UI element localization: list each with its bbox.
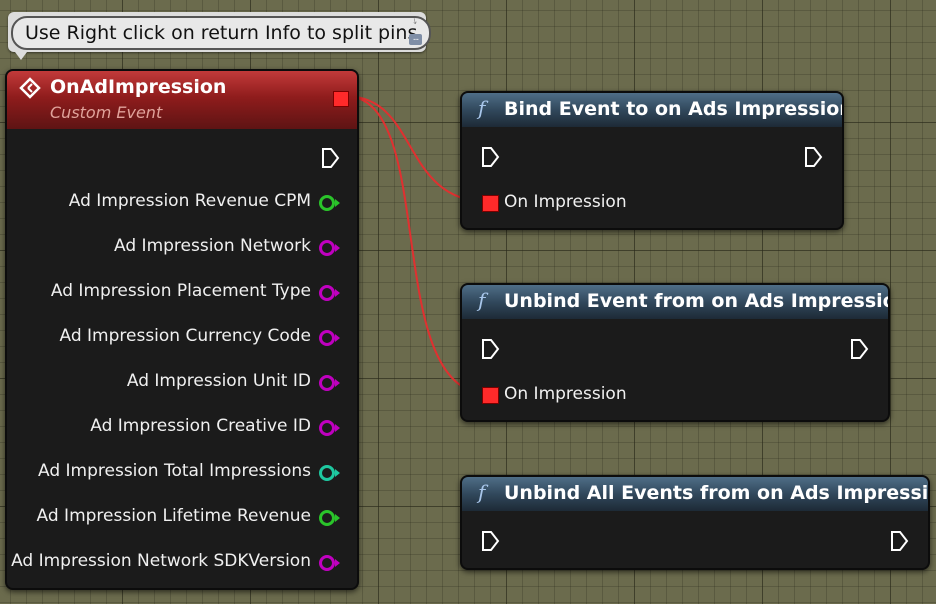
delegate-input-pin[interactable] xyxy=(482,195,499,212)
event-output-pin-row[interactable]: Ad Impression Placement Type xyxy=(7,279,357,309)
output-pin-circle-icon[interactable] xyxy=(319,285,335,301)
output-pin-circle-icon[interactable] xyxy=(319,510,335,526)
unbind-all-events-node[interactable]: f Unbind All Events from on Ads Impressi… xyxy=(460,475,930,570)
output-pin-label: Ad Impression Unit ID xyxy=(126,371,311,391)
output-pin-circle-icon[interactable] xyxy=(319,375,335,391)
function-node-header[interactable]: f Unbind All Events from on Ads Impressi… xyxy=(462,477,928,511)
event-output-pin-row[interactable]: Ad Impression Total Impressions xyxy=(7,459,357,489)
event-output-pin-row[interactable]: Ad Impression Currency Code xyxy=(7,324,357,354)
function-icon: f xyxy=(478,96,486,120)
event-node-subtitle: Custom Event xyxy=(50,103,163,122)
delegate-input-label: On Impression xyxy=(504,192,627,212)
event-diamond-icon xyxy=(19,77,41,99)
exec-output-pin-icon[interactable] xyxy=(803,146,823,168)
function-icon: f xyxy=(478,480,486,504)
output-pin-label: Ad Impression Network SDKVersion xyxy=(11,551,311,571)
output-pin-arrow-icon xyxy=(335,559,340,567)
output-pin-circle-icon[interactable] xyxy=(319,465,335,481)
bind-event-node[interactable]: f Bind Event to on Ads Impression On Imp… xyxy=(460,91,844,230)
event-output-pin-row[interactable]: Ad Impression Lifetime Revenue xyxy=(7,504,357,534)
output-pin-arrow-icon xyxy=(335,469,340,477)
comment-tail xyxy=(15,52,27,60)
exec-output-pin-icon[interactable] xyxy=(849,338,869,360)
output-pin-label: Ad Impression Currency Code xyxy=(59,326,312,346)
output-pin-label: Ad Impression Placement Type xyxy=(50,281,311,301)
exec-input-pin-icon[interactable] xyxy=(480,530,500,552)
exec-output-pin-icon[interactable] xyxy=(889,530,909,552)
event-node-header[interactable]: OnAdImpression Custom Event xyxy=(7,71,357,129)
function-node-title: Unbind Event from on Ads Impression xyxy=(504,290,890,312)
output-pin-arrow-icon xyxy=(335,379,340,387)
output-pin-arrow-icon xyxy=(335,244,340,252)
output-pin-label: Ad Impression Network xyxy=(114,236,311,256)
output-pin-label: Ad Impression Revenue CPM xyxy=(68,191,311,211)
event-node-title: OnAdImpression xyxy=(50,76,227,98)
output-pin-label: Ad Impression Lifetime Revenue xyxy=(36,506,311,526)
function-node-header[interactable]: f Bind Event to on Ads Impression xyxy=(462,93,842,127)
exec-input-pin-icon[interactable] xyxy=(480,146,500,168)
delegate-input-label: On Impression xyxy=(504,384,627,404)
ellipsis-icon[interactable]: ... xyxy=(409,34,422,45)
output-pin-label: Ad Impression Creative ID xyxy=(90,416,311,436)
comment-bubble[interactable]: Use Right click on return Info to split … xyxy=(8,12,432,52)
function-node-title: Bind Event to on Ads Impression xyxy=(504,98,844,120)
output-pin-circle-icon[interactable] xyxy=(319,240,335,256)
output-pin-arrow-icon xyxy=(335,334,340,342)
function-node-header[interactable]: f Unbind Event from on Ads Impression xyxy=(462,285,888,319)
custom-event-node[interactable]: OnAdImpression Custom Event Ad Impressio… xyxy=(5,69,359,590)
delegate-input-pin[interactable] xyxy=(482,387,499,404)
output-pin-circle-icon[interactable] xyxy=(319,195,335,211)
output-pin-arrow-icon xyxy=(335,289,340,297)
event-output-pin-row[interactable]: Ad Impression Unit ID xyxy=(7,369,357,399)
output-pin-arrow-icon xyxy=(335,424,340,432)
exec-input-pin-icon[interactable] xyxy=(480,338,500,360)
output-pin-arrow-icon xyxy=(335,199,340,207)
event-output-pin-row[interactable]: Ad Impression Network xyxy=(7,234,357,264)
pin-icon[interactable]: ⭏ xyxy=(408,15,422,27)
output-pin-circle-icon[interactable] xyxy=(319,555,335,571)
output-pin-circle-icon[interactable] xyxy=(319,420,335,436)
event-output-pin-row[interactable]: Ad Impression Creative ID xyxy=(7,414,357,444)
event-output-pin-row[interactable]: Ad Impression Revenue CPM xyxy=(7,189,357,219)
exec-output-pin-icon[interactable] xyxy=(320,147,340,169)
output-pin-arrow-icon xyxy=(335,514,340,522)
delegate-output-pin[interactable] xyxy=(333,91,349,107)
function-node-title: Unbind All Events from on Ads Impression xyxy=(504,482,930,504)
output-pin-circle-icon[interactable] xyxy=(319,330,335,346)
event-output-pin-row[interactable]: Ad Impression Network SDKVersion xyxy=(7,549,357,579)
output-pin-label: Ad Impression Total Impressions xyxy=(38,461,311,481)
comment-text[interactable]: Use Right click on return Info to split … xyxy=(11,16,432,50)
function-icon: f xyxy=(478,288,486,312)
unbind-event-node[interactable]: f Unbind Event from on Ads Impression On… xyxy=(460,283,890,422)
